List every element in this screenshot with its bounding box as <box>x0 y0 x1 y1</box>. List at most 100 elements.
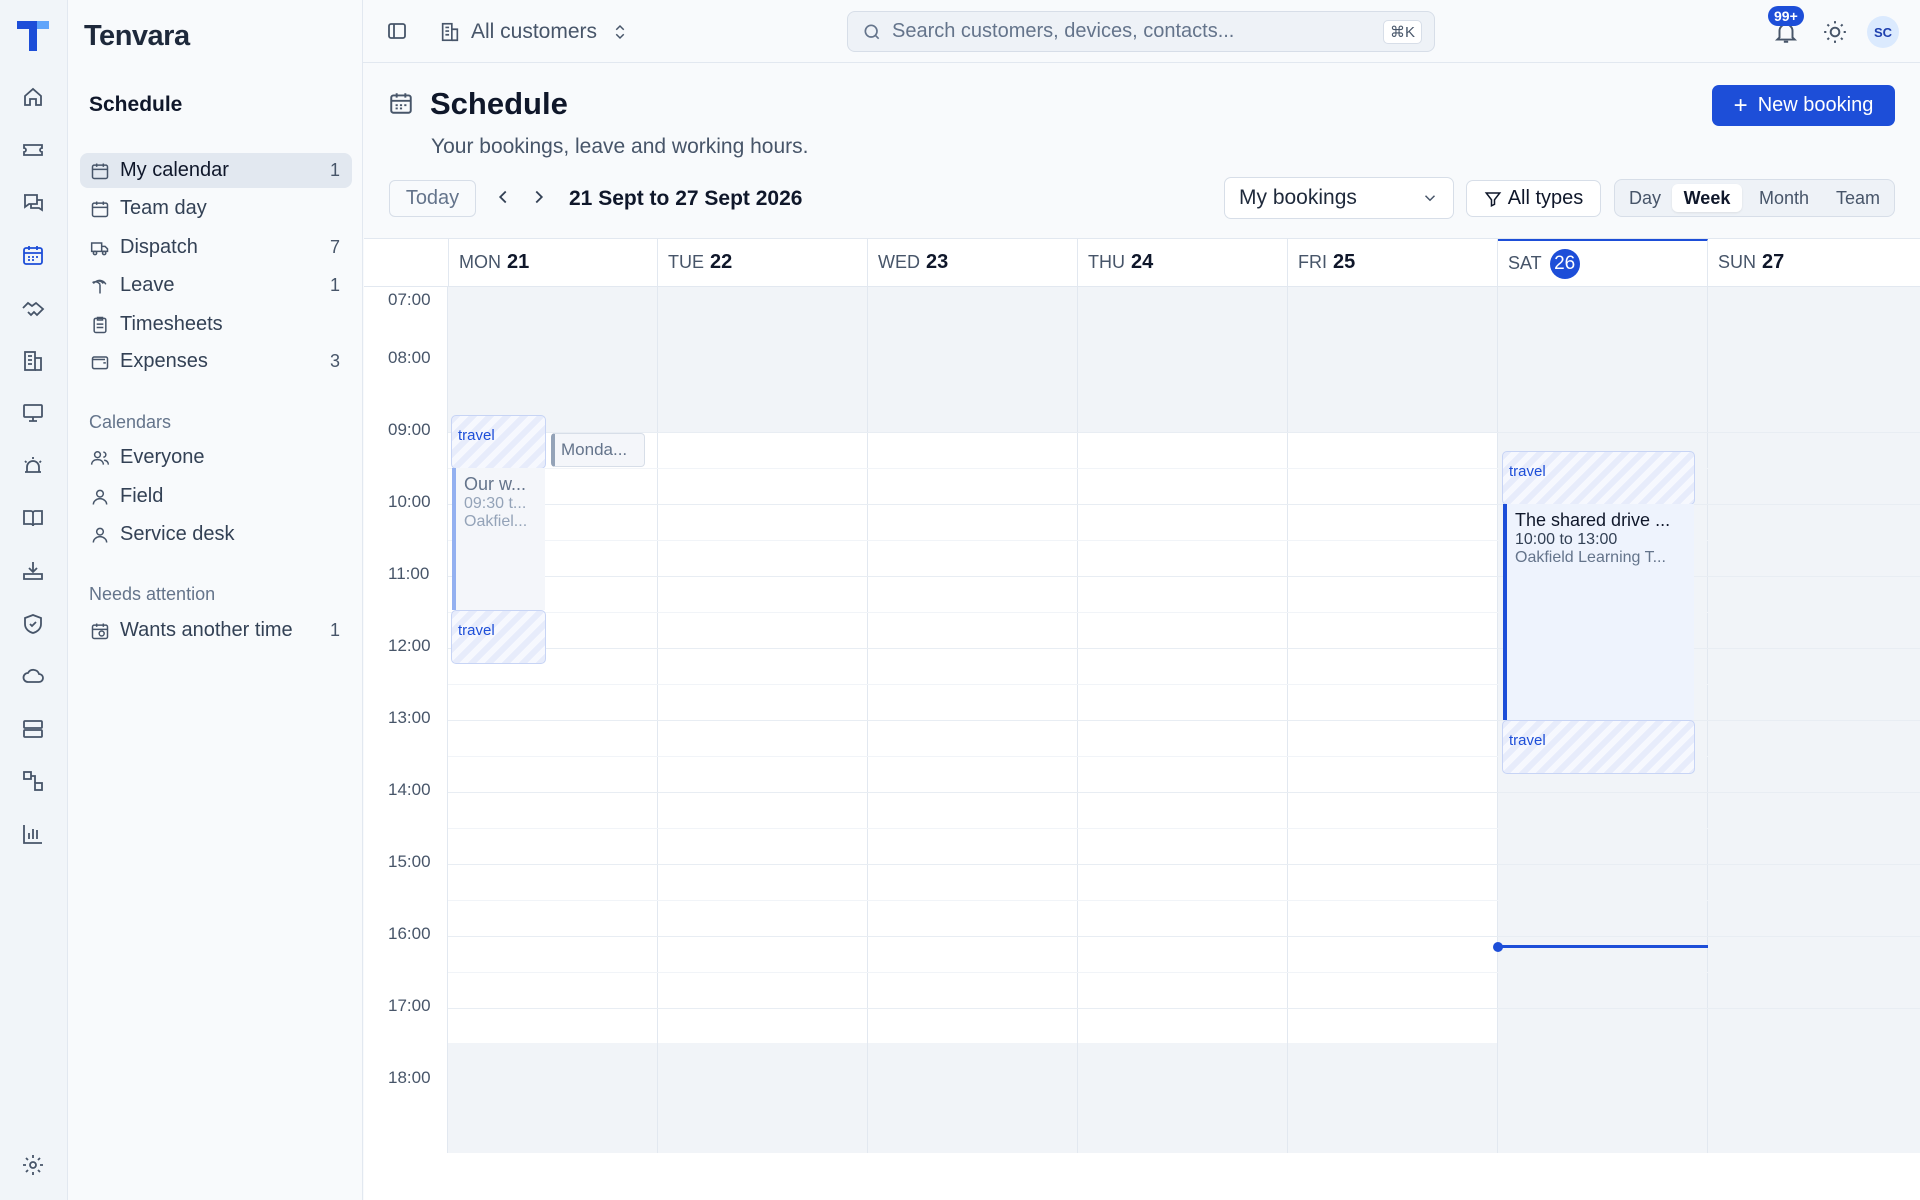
download-tray-icon[interactable] <box>18 556 48 586</box>
calendar-item-everyone[interactable]: Everyone <box>80 440 352 475</box>
shield-icon[interactable] <box>18 609 48 639</box>
view-switcher: Day Week Month Team <box>1614 179 1895 217</box>
chart-icon[interactable] <box>18 819 48 849</box>
view-team[interactable]: Team <box>1825 184 1891 212</box>
server-icon[interactable] <box>18 714 48 744</box>
filter-icon <box>1484 191 1501 207</box>
tenvara-logo[interactable] <box>15 17 51 53</box>
sidebar-item-count: 1 <box>329 160 340 180</box>
current-time-line <box>1498 945 1708 948</box>
user-icon <box>90 487 110 507</box>
cloud-icon[interactable] <box>18 661 48 691</box>
user-icon <box>90 525 110 545</box>
day-header-wed[interactable]: WED 23 <box>868 239 1078 287</box>
day-name: TUE <box>668 252 704 272</box>
chat-icon[interactable] <box>18 188 48 218</box>
view-week[interactable]: Week <box>1672 184 1742 212</box>
chevron-right-icon[interactable] <box>528 186 550 208</box>
hour-label: 17:00 <box>388 996 431 1015</box>
half-hour-line <box>448 684 1920 685</box>
hour-label: 16:00 <box>388 924 431 943</box>
half-hour-line <box>448 756 1920 757</box>
today-number: 26 <box>1549 248 1580 279</box>
sidebar-item-label: Expenses <box>120 350 208 372</box>
hour-line <box>448 936 1920 937</box>
booking-event[interactable]: Our w... 09:30 t... Oakfiel... <box>452 468 545 610</box>
monitor-icon[interactable] <box>18 398 48 428</box>
search-bar: ⌘K <box>847 11 1435 52</box>
wallet-icon <box>90 352 110 372</box>
day-header-thu[interactable]: THU 24 <box>1078 239 1288 287</box>
hour-line <box>448 432 1920 433</box>
types-filter-button[interactable]: All types <box>1466 180 1601 217</box>
day-name: SAT <box>1508 253 1542 273</box>
theme-toggle-icon[interactable] <box>1822 19 1848 45</box>
view-month[interactable]: Month <box>1745 184 1823 212</box>
sidebar-toggle-icon[interactable] <box>385 19 409 43</box>
day-header-mon[interactable]: MON 21 <box>448 239 658 287</box>
sidebar-item-count: 3 <box>329 351 340 371</box>
ticket-icon[interactable] <box>18 135 48 165</box>
calendar-item-field[interactable]: Field <box>80 479 352 514</box>
hour-label: 10:00 <box>388 492 431 511</box>
week-calendar: MON 21 TUE 22 WED 23 THU 24 FRI 25 SAT 26 SUN 2… <box>364 238 1920 1200</box>
new-booking-label: New booking <box>1757 94 1874 116</box>
attention-item-wants-another-time[interactable]: Wants another time 1 <box>80 613 352 648</box>
building-icon[interactable] <box>18 346 48 376</box>
settings-icon[interactable] <box>18 1150 48 1180</box>
hour-label: 07:00 <box>388 290 431 309</box>
home-icon[interactable] <box>18 82 48 112</box>
calendar-item-service-desk[interactable]: Service desk <box>80 517 352 552</box>
workflow-icon[interactable] <box>18 766 48 796</box>
attention-item-label: Wants another time <box>120 619 293 641</box>
sidebar-item-timesheets[interactable]: Timesheets <box>80 307 352 342</box>
hour-line <box>448 720 1920 721</box>
sidebar-item-team-day[interactable]: Team day <box>80 191 352 226</box>
hour-line <box>448 864 1920 865</box>
notification-badge: 99+ <box>1768 6 1804 26</box>
travel-block[interactable]: travel <box>1502 720 1695 774</box>
sidebar-item-label: My calendar <box>120 159 229 181</box>
alert-icon[interactable] <box>18 451 48 481</box>
chevron-down-icon <box>1424 195 1436 202</box>
avatar[interactable]: SC <box>1867 16 1899 48</box>
sidebar-item-leave[interactable]: Leave 1 <box>80 268 352 303</box>
needs-attention-heading: Needs attention <box>89 584 216 604</box>
sidebar-item-expenses[interactable]: Expenses 3 <box>80 344 352 379</box>
book-icon[interactable] <box>18 503 48 533</box>
day-header-sun[interactable]: SUN 27 <box>1708 239 1920 287</box>
search-input[interactable] <box>892 20 1362 43</box>
sidebar-title: Schedule <box>89 93 183 116</box>
day-header-fri[interactable]: FRI 25 <box>1288 239 1498 287</box>
hour-label: 14:00 <box>388 780 431 799</box>
view-day[interactable]: Day <box>1621 184 1669 212</box>
hour-line <box>448 504 1920 505</box>
bookings-filter-select[interactable]: My bookings <box>1224 177 1454 219</box>
new-booking-button[interactable]: + New booking <box>1712 85 1895 126</box>
today-button[interactable]: Today <box>389 180 476 217</box>
handshake-icon[interactable] <box>18 293 48 323</box>
travel-block[interactable]: travel <box>1502 451 1695 505</box>
day-number: 27 <box>1762 251 1785 273</box>
day-number: 24 <box>1131 251 1154 273</box>
hour-label: 12:00 <box>388 636 431 655</box>
calendar-icon <box>390 93 412 114</box>
day-name: SUN <box>1718 252 1757 272</box>
day-header-tue[interactable]: TUE 22 <box>658 239 868 287</box>
calendar-icon[interactable] <box>18 240 48 270</box>
customer-scope-selector[interactable]: All customers <box>439 16 639 48</box>
event-title: The shared drive ... <box>1515 510 1671 530</box>
sidebar: Tenvara Schedule My calendar 1 Team day … <box>68 0 363 1200</box>
travel-block[interactable]: travel <box>451 415 546 469</box>
chevron-left-icon[interactable] <box>492 186 514 208</box>
sidebar-item-label: Dispatch <box>120 236 198 258</box>
booking-event[interactable]: The shared drive ... 10:00 to 13:00 Oakf… <box>1503 504 1694 720</box>
off-hours <box>1078 287 1287 432</box>
off-hours <box>1288 1043 1497 1153</box>
leave-event-chip[interactable]: Monda... <box>551 433 645 467</box>
sidebar-item-my-calendar[interactable]: My calendar 1 <box>80 153 352 188</box>
sidebar-item-dispatch[interactable]: Dispatch 7 <box>80 230 352 265</box>
travel-block[interactable]: travel <box>451 610 546 664</box>
day-number: 21 <box>507 251 530 273</box>
day-header-sat[interactable]: SAT 26 <box>1498 239 1708 287</box>
